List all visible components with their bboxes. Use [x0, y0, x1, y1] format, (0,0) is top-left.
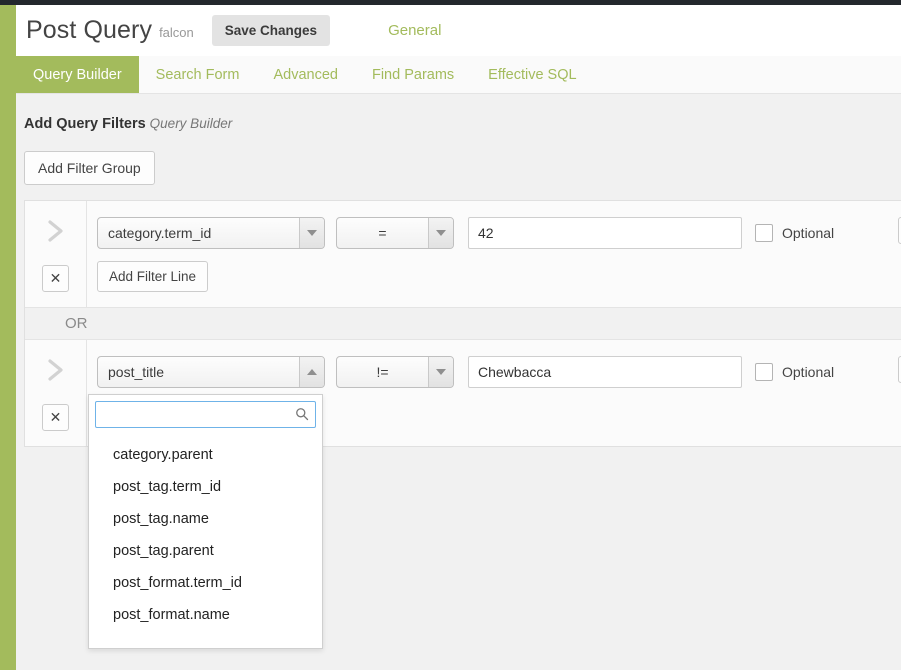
field-select-2-arrow[interactable]	[299, 357, 324, 387]
dropdown-option[interactable]: category.parent	[89, 439, 322, 471]
optional-checkbox-2[interactable]	[755, 363, 773, 381]
filter-line: category.term_id = Optional	[97, 217, 901, 249]
page-title: Post Query	[26, 16, 153, 44]
section-heading: Add Query Filters Query Builder	[16, 94, 901, 132]
tab-advanced[interactable]: Advanced	[256, 56, 355, 93]
chevron-right-icon[interactable]	[44, 217, 68, 245]
value-input-1[interactable]	[468, 217, 742, 249]
tab-find-params[interactable]: Find Params	[355, 56, 471, 93]
chevron-up-icon	[307, 369, 317, 375]
chevron-right-icon[interactable]	[44, 356, 68, 384]
chevron-down-icon	[307, 230, 317, 236]
filter-row: ✕ category.term_id = 42 Optional Add Fil…	[25, 201, 901, 307]
operator-select-1[interactable]: =	[336, 217, 454, 249]
filter-row-gutter: ✕	[25, 201, 87, 307]
or-divider: OR	[25, 307, 901, 340]
dropdown-option[interactable]: post_tag.parent	[89, 535, 322, 567]
add-filter-line-button[interactable]: Add Filter Line	[97, 261, 209, 292]
operator-select-1-value: =	[378, 225, 387, 241]
operator-select-1-arrow[interactable]	[428, 218, 453, 248]
filter-row-gutter: ✕	[25, 340, 87, 446]
optional-group-2: Optional	[755, 363, 834, 381]
operator-select-2-value: !=	[376, 364, 389, 380]
filter-row-body: category.term_id = Optional	[87, 201, 901, 307]
page-header: Post Query falcon Save Changes General	[16, 5, 901, 56]
optional-group-1: Optional	[755, 224, 834, 242]
field-select-1-arrow[interactable]	[299, 218, 324, 248]
section-title: Add Query Filters	[24, 116, 146, 132]
dropdown-option[interactable]: post_tag.name	[89, 503, 322, 535]
tab-effective-sql[interactable]: Effective SQL	[471, 56, 593, 93]
page-subtitle: falcon	[159, 25, 194, 40]
remove-filter-group-button[interactable]: ✕	[42, 404, 69, 431]
dropdown-option[interactable]: post_format.name	[89, 599, 322, 631]
operator-select-2[interactable]: !=	[336, 356, 454, 388]
or-label: OR	[65, 315, 88, 332]
remove-filter-group-button[interactable]: ✕	[42, 265, 69, 292]
chevron-down-icon	[436, 230, 446, 236]
save-changes-button[interactable]: Save Changes	[211, 15, 331, 46]
tab-bar: Query Builder Search Form Advanced Find …	[16, 56, 901, 94]
optional-label-2: Optional	[782, 364, 835, 380]
section-subtitle: Query Builder	[149, 116, 233, 131]
field-select-2[interactable]: post_title	[97, 356, 325, 388]
dropdown-option-list: category.parent post_tag.term_id post_ta…	[89, 439, 322, 631]
field-select-2-value: post_title	[108, 364, 165, 380]
general-link[interactable]: General	[388, 22, 441, 39]
field-select-dropdown: category.parent post_tag.term_id post_ta…	[88, 394, 323, 649]
chevron-down-icon	[436, 369, 446, 375]
tab-query-builder[interactable]: Query Builder	[16, 56, 139, 93]
field-select-1[interactable]: category.term_id	[97, 217, 325, 249]
app-window: Post Query falcon Save Changes General Q…	[0, 0, 901, 670]
tab-search-form[interactable]: Search Form	[139, 56, 257, 93]
add-filter-group-button[interactable]: Add Filter Group	[24, 151, 155, 185]
value-input-2[interactable]	[468, 356, 742, 388]
left-accent-rail	[0, 5, 16, 670]
optional-checkbox-1[interactable]	[755, 224, 773, 242]
dropdown-search-wrap	[95, 401, 316, 428]
optional-label-1: Optional	[782, 225, 835, 241]
dropdown-search-input[interactable]	[95, 401, 316, 428]
filter-line: post_title != Optional	[97, 356, 901, 388]
operator-select-2-arrow[interactable]	[428, 357, 453, 387]
field-select-1-value: category.term_id	[108, 225, 212, 241]
dropdown-option[interactable]: post_tag.term_id	[89, 471, 322, 503]
dropdown-option[interactable]: post_format.term_id	[89, 567, 322, 599]
